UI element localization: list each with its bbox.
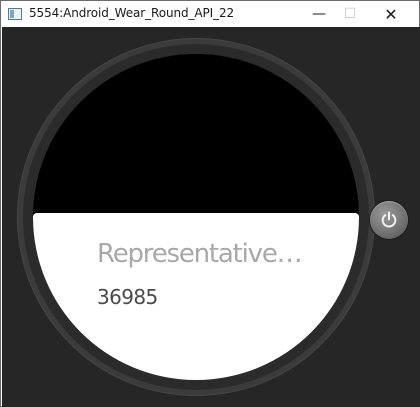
watch-bezel: Representative… 36985 — [17, 38, 375, 396]
notification-card[interactable]: Representative… 36985 — [33, 213, 359, 380]
power-button[interactable] — [370, 201, 408, 239]
maximize-button[interactable]: ☐ — [335, 1, 365, 27]
power-icon — [381, 211, 397, 228]
card-value: 36985 — [97, 285, 158, 309]
emulator-client-area: Representative… 36985 — [2, 27, 420, 407]
emulator-window: 5554:Android_Wear_Round_API_22 — ☐ ✕ Rep… — [0, 0, 420, 407]
watch-face-background[interactable] — [33, 54, 359, 213]
window-title: 5554:Android_Wear_Round_API_22 — [29, 6, 235, 20]
watch-screen[interactable]: Representative… 36985 — [33, 54, 359, 380]
title-bar[interactable]: 5554:Android_Wear_Round_API_22 — ☐ ✕ — [1, 1, 419, 27]
card-title: Representative… — [97, 239, 303, 269]
emulator-window-icon[interactable] — [8, 8, 22, 20]
close-button[interactable]: ✕ — [376, 1, 406, 27]
minimize-button[interactable]: — — [304, 1, 334, 27]
